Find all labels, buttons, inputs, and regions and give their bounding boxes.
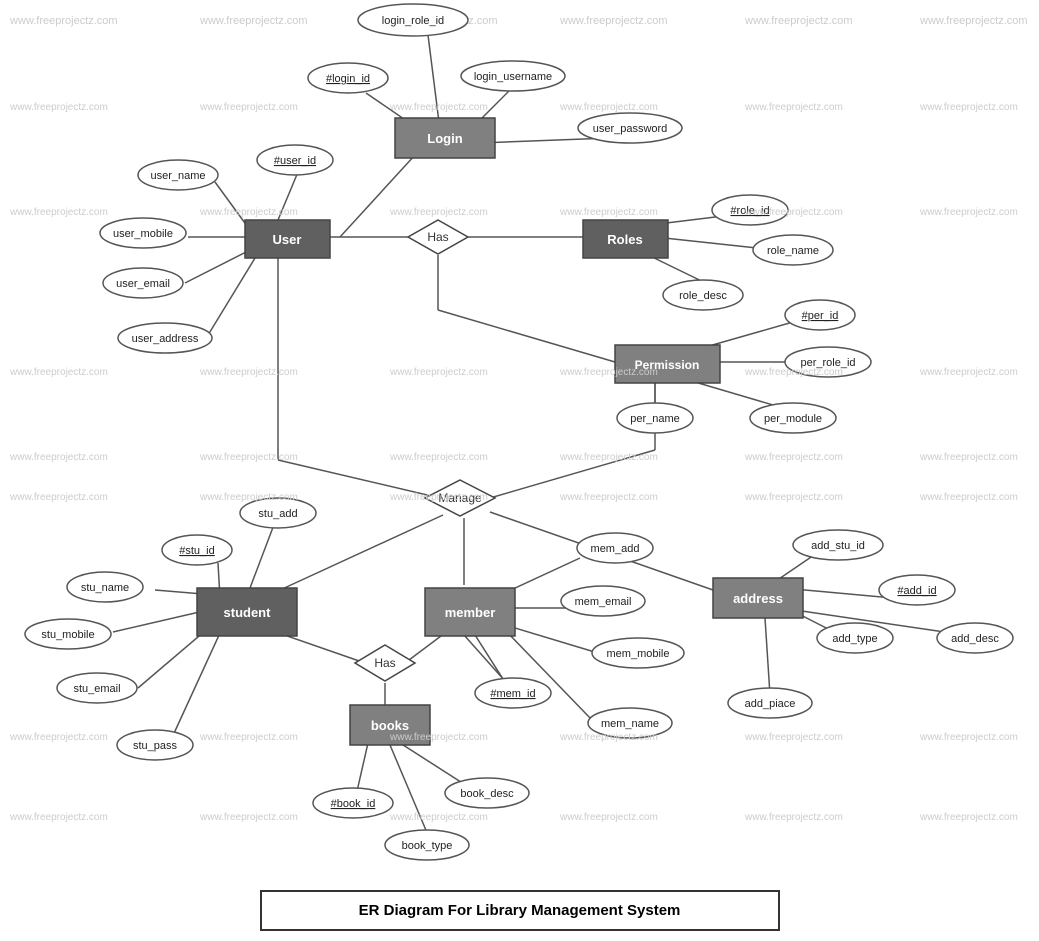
svg-text:www.freeprojectz.com: www.freeprojectz.com bbox=[559, 207, 658, 218]
svg-text:www.freeprojectz.com: www.freeprojectz.com bbox=[559, 452, 658, 463]
svg-text:www.freeprojectz.com: www.freeprojectz.com bbox=[559, 367, 658, 378]
svg-text:per_name: per_name bbox=[630, 413, 680, 425]
svg-text:www.freeprojectz.com: www.freeprojectz.com bbox=[9, 102, 108, 113]
svg-text:www.freeprojectz.com: www.freeprojectz.com bbox=[919, 207, 1018, 218]
svg-text:www.freeprojectz.com: www.freeprojectz.com bbox=[744, 452, 843, 463]
svg-text:add_piace: add_piace bbox=[745, 698, 796, 710]
svg-text:www.freeprojectz.com: www.freeprojectz.com bbox=[199, 102, 298, 113]
svg-text:www.freeprojectz.com: www.freeprojectz.com bbox=[744, 812, 843, 823]
svg-text:www.freeprojectz.com: www.freeprojectz.com bbox=[919, 492, 1018, 503]
svg-text:www.freeprojectz.com: www.freeprojectz.com bbox=[9, 492, 108, 503]
svg-text:www.freeprojectz.com: www.freeprojectz.com bbox=[9, 452, 108, 463]
svg-text:www.freeprojectz.com: www.freeprojectz.com bbox=[9, 732, 108, 743]
svg-text:www.freeprojectz.com: www.freeprojectz.com bbox=[919, 452, 1018, 463]
svg-text:#user_id: #user_id bbox=[274, 155, 316, 167]
svg-text:user_password: user_password bbox=[593, 123, 668, 135]
svg-text:student: student bbox=[224, 605, 272, 620]
svg-text:www.freeprojectz.com: www.freeprojectz.com bbox=[199, 812, 298, 823]
svg-text:www.freeprojectz.com: www.freeprojectz.com bbox=[744, 492, 843, 503]
svg-text:www.freeprojectz.com: www.freeprojectz.com bbox=[919, 102, 1018, 113]
svg-text:www.freeprojectz.com: www.freeprojectz.com bbox=[389, 102, 488, 113]
svg-text:role_name: role_name bbox=[767, 245, 819, 257]
svg-text:user_name: user_name bbox=[150, 170, 205, 182]
svg-text:book_type: book_type bbox=[402, 840, 453, 852]
svg-text:add_stu_id: add_stu_id bbox=[811, 540, 865, 552]
svg-text:www.freeprojectz.com: www.freeprojectz.com bbox=[389, 207, 488, 218]
svg-text:www.freeprojectz.com: www.freeprojectz.com bbox=[389, 492, 488, 503]
svg-text:#add_id: #add_id bbox=[897, 585, 936, 597]
svg-text:#per_id: #per_id bbox=[802, 310, 839, 322]
svg-text:stu_email: stu_email bbox=[73, 683, 120, 695]
svg-text:www.freeprojectz.com: www.freeprojectz.com bbox=[9, 367, 108, 378]
svg-text:Roles: Roles bbox=[607, 232, 642, 247]
svg-text:#stu_id: #stu_id bbox=[179, 545, 214, 557]
svg-text:login_role_id: login_role_id bbox=[382, 15, 444, 27]
svg-text:role_desc: role_desc bbox=[679, 290, 727, 302]
svg-text:www.freeprojectz.com: www.freeprojectz.com bbox=[744, 207, 843, 218]
svg-text:User: User bbox=[273, 232, 302, 247]
svg-text:www.freeprojectz.com: www.freeprojectz.com bbox=[744, 367, 843, 378]
svg-text:books: books bbox=[371, 718, 409, 733]
svg-text:www.freeprojectz.com: www.freeprojectz.com bbox=[199, 732, 298, 743]
svg-text:#book_id: #book_id bbox=[331, 798, 376, 810]
svg-text:www.freeprojectz.com: www.freeprojectz.com bbox=[9, 207, 108, 218]
svg-text:www.freeprojectz.com: www.freeprojectz.com bbox=[559, 812, 658, 823]
svg-text:www.freeprojectz.com: www.freeprojectz.com bbox=[559, 492, 658, 503]
svg-text:www.freeprojectz.com: www.freeprojectz.com bbox=[199, 452, 298, 463]
svg-text:www.freeprojectz.com: www.freeprojectz.com bbox=[199, 492, 298, 503]
svg-text:user_email: user_email bbox=[116, 278, 170, 290]
svg-text:www.freeprojectz.com: www.freeprojectz.com bbox=[559, 102, 658, 113]
svg-text:www.freeprojectz.com: www.freeprojectz.com bbox=[199, 367, 298, 378]
svg-text:stu_mobile: stu_mobile bbox=[41, 629, 94, 641]
svg-text:#login_id: #login_id bbox=[326, 73, 370, 85]
svg-text:address: address bbox=[733, 591, 783, 606]
svg-text:user_address: user_address bbox=[132, 333, 199, 345]
svg-text:stu_pass: stu_pass bbox=[133, 740, 178, 752]
svg-text:www.freeprojectz.com: www.freeprojectz.com bbox=[559, 732, 658, 743]
svg-text:stu_name: stu_name bbox=[81, 582, 129, 594]
svg-text:Login: Login bbox=[427, 131, 462, 146]
svg-text:add_desc: add_desc bbox=[951, 633, 999, 645]
er-diagram: Login User Roles Permission student memb… bbox=[0, 0, 1039, 900]
svg-text:per_module: per_module bbox=[764, 413, 822, 425]
svg-text:www.freeprojectz.com: www.freeprojectz.com bbox=[389, 367, 488, 378]
svg-text:mem_add: mem_add bbox=[591, 543, 640, 555]
svg-text:www.freeprojectz.com: www.freeprojectz.com bbox=[389, 452, 488, 463]
svg-text:stu_add: stu_add bbox=[258, 508, 297, 520]
svg-text:www.freeprojectz.com: www.freeprojectz.com bbox=[199, 207, 298, 218]
svg-text:www.freeprojectz.com: www.freeprojectz.com bbox=[919, 367, 1018, 378]
svg-text:book_desc: book_desc bbox=[460, 788, 514, 800]
svg-text:Has: Has bbox=[427, 230, 448, 244]
svg-text:www.freeprojectz.com: www.freeprojectz.com bbox=[744, 732, 843, 743]
svg-text:user_mobile: user_mobile bbox=[113, 228, 173, 240]
svg-text:www.freeprojectz.com: www.freeprojectz.com bbox=[389, 732, 488, 743]
svg-text:#mem_id: #mem_id bbox=[490, 688, 535, 700]
svg-text:www.freeprojectz.com: www.freeprojectz.com bbox=[919, 732, 1018, 743]
diagram-caption: ER Diagram For Library Management System bbox=[260, 890, 780, 931]
svg-text:login_username: login_username bbox=[474, 71, 552, 83]
svg-text:www.freeprojectz.com: www.freeprojectz.com bbox=[9, 812, 108, 823]
svg-text:Has: Has bbox=[374, 656, 395, 670]
svg-text:www.freeprojectz.com: www.freeprojectz.com bbox=[919, 812, 1018, 823]
svg-text:mem_email: mem_email bbox=[575, 596, 632, 608]
svg-text:www.freeprojectz.com: www.freeprojectz.com bbox=[389, 812, 488, 823]
svg-text:member: member bbox=[445, 605, 496, 620]
svg-text:www.freeprojectz.com: www.freeprojectz.com bbox=[744, 102, 843, 113]
svg-text:mem_name: mem_name bbox=[601, 718, 659, 730]
svg-text:mem_mobile: mem_mobile bbox=[607, 648, 670, 660]
svg-text:add_type: add_type bbox=[832, 633, 877, 645]
